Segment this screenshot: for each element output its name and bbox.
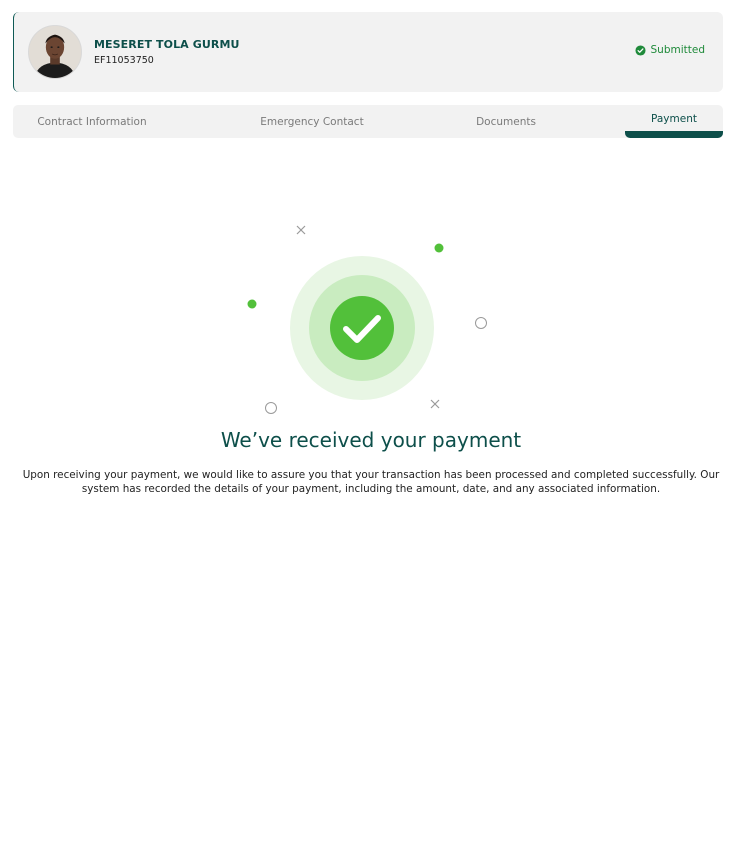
tab-bar: Contract Information Emergency Contact D… bbox=[13, 105, 723, 138]
employee-id: EF11053750 bbox=[94, 55, 154, 66]
payment-success-illustration bbox=[236, 218, 496, 418]
tab-documents[interactable]: Documents bbox=[443, 105, 569, 138]
person-photo-icon bbox=[29, 26, 81, 78]
avatar bbox=[28, 25, 82, 79]
active-tab-indicator bbox=[625, 131, 723, 138]
sparkle-ring-icon bbox=[265, 402, 277, 414]
status-label: Submitted bbox=[650, 44, 706, 56]
check-circle-icon bbox=[634, 44, 646, 56]
sparkle-dot-icon bbox=[434, 243, 444, 253]
sparkle-cross-icon bbox=[430, 399, 440, 409]
confirmation-title: We’ve received your payment bbox=[220, 428, 522, 452]
employee-name: MESERET TOLA GURMU bbox=[94, 38, 240, 51]
profile-card: MESERET TOLA GURMU EF11053750 Submitted bbox=[13, 12, 723, 92]
sparkle-ring-icon bbox=[475, 317, 487, 329]
sparkle-dot-icon bbox=[247, 299, 257, 309]
confirmation-description: Upon receiving your payment, we would li… bbox=[22, 469, 720, 495]
status-badge: Submitted bbox=[634, 44, 706, 56]
tab-emergency-contact[interactable]: Emergency Contact bbox=[213, 105, 411, 138]
sparkle-cross-icon bbox=[296, 225, 306, 235]
tab-contract-information[interactable]: Contract Information bbox=[13, 105, 171, 138]
check-circle-icon bbox=[330, 296, 394, 360]
